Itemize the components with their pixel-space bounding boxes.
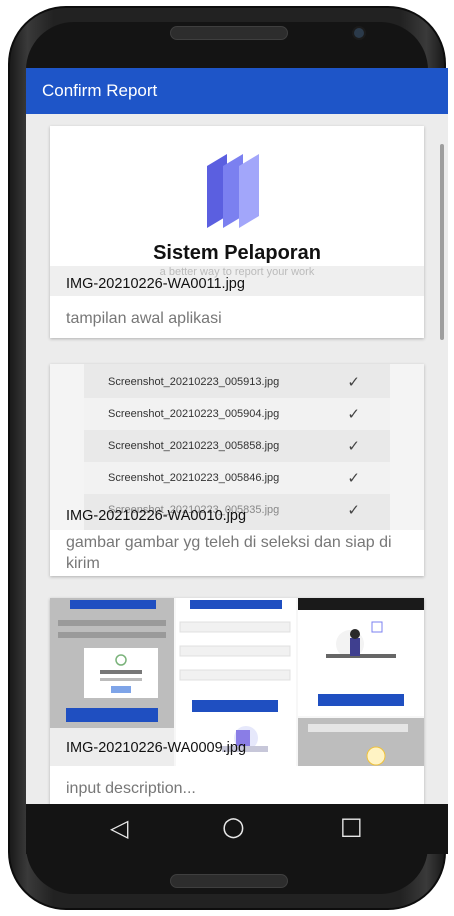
- earpiece-speaker: [170, 26, 288, 40]
- file-row-name: Screenshot_20210223_005904.jpg: [108, 408, 280, 420]
- file-row-name: Screenshot_20210223_005846.jpg: [108, 472, 280, 484]
- report-card[interactable]: Sistem Pelaporan a better way to report …: [50, 126, 424, 338]
- app-bar: Confirm Report: [26, 68, 448, 114]
- scrollbar[interactable]: [440, 144, 444, 340]
- file-row: Screenshot_20210223_005846.jpg ✓: [84, 462, 390, 494]
- file-name: IMG-20210226-WA0011.jpg: [66, 276, 245, 292]
- description-field[interactable]: tampilan awal aplikasi: [66, 308, 410, 329]
- navigation-bar: ◁ ○ □: [26, 804, 448, 854]
- file-row: Screenshot_20210223_005904.jpg ✓: [84, 398, 390, 430]
- app-screen: Confirm Report Sistem Pelaporan a better…: [26, 68, 448, 804]
- selected-files-list: Screenshot_20210223_005913.jpg ✓ Screens…: [84, 364, 390, 530]
- file-row-name: Screenshot_20210223_005858.jpg: [108, 440, 280, 452]
- stacked-pages-icon: [207, 154, 259, 228]
- home-icon[interactable]: ○: [222, 812, 245, 842]
- front-camera: [354, 28, 364, 38]
- file-row: Screenshot_20210223_005913.jpg ✓: [84, 366, 390, 398]
- check-icon: ✓: [347, 374, 360, 391]
- check-icon: ✓: [347, 502, 360, 519]
- file-row: Screenshot_20210223_005858.jpg ✓: [84, 430, 390, 462]
- check-icon: ✓: [347, 470, 360, 487]
- recents-icon[interactable]: □: [340, 812, 363, 840]
- report-card[interactable]: Screenshot_20210223_005913.jpg ✓ Screens…: [50, 364, 424, 576]
- bottom-speaker: [170, 874, 288, 888]
- preview-title: Sistem Pelaporan: [153, 242, 321, 264]
- check-icon: ✓: [347, 406, 360, 423]
- report-card[interactable]: IMG-20210226-WA0009.jpg input descriptio…: [50, 598, 424, 804]
- app-bar-title: Confirm Report: [42, 81, 158, 100]
- description-field[interactable]: gambar gambar yg teleh di seleksi dan si…: [66, 532, 410, 574]
- description-input[interactable]: input description...: [66, 778, 410, 799]
- report-image[interactable]: Screenshot_20210223_005913.jpg ✓ Screens…: [50, 364, 424, 530]
- file-name: IMG-20210226-WA0009.jpg: [66, 740, 247, 756]
- check-icon: ✓: [347, 438, 360, 455]
- back-icon[interactable]: ◁: [110, 814, 128, 842]
- report-image[interactable]: Sistem Pelaporan a better way to report …: [50, 126, 424, 300]
- file-name: IMG-20210226-WA0010.jpg: [66, 508, 247, 524]
- file-row-name: Screenshot_20210223_005913.jpg: [108, 376, 280, 388]
